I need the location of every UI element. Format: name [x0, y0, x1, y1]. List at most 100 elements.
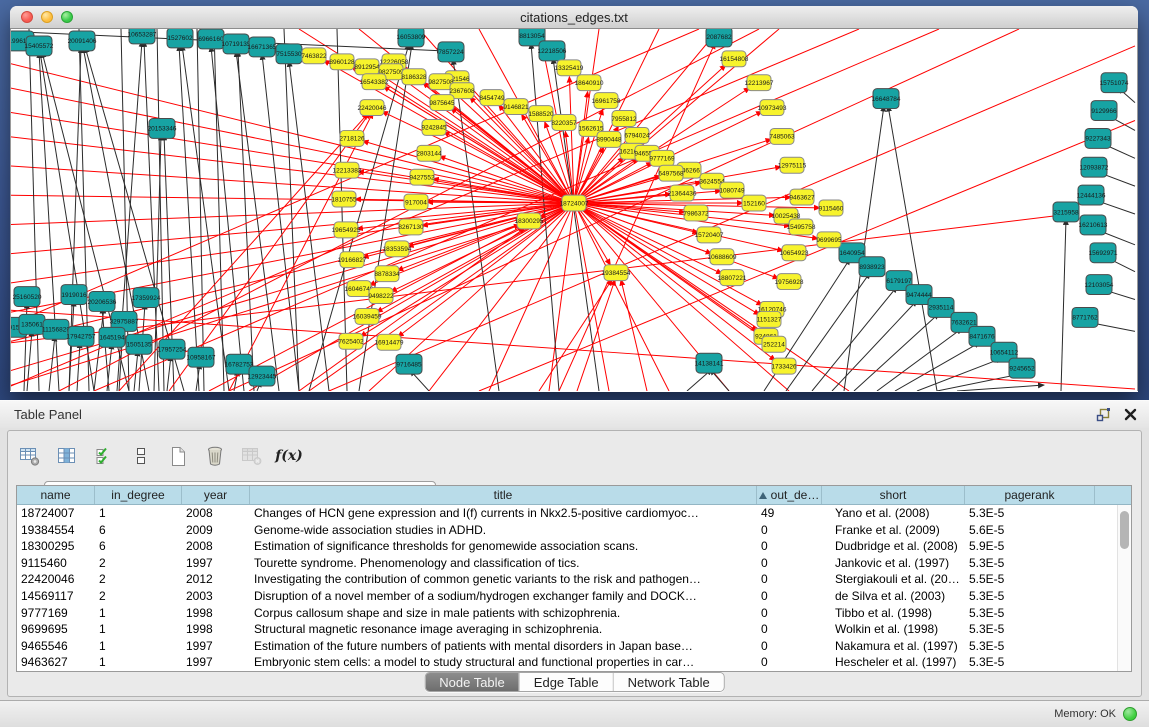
graph-node[interactable]: 6966160 [198, 29, 224, 49]
graph-node[interactable]: 19166827 [338, 252, 367, 268]
graph-node[interactable]: 6497568 [658, 165, 684, 181]
table-row[interactable]: 969969511998Structural magnetic resonanc… [17, 621, 1131, 638]
graph-node[interactable]: 8220357 [551, 115, 577, 131]
graph-node[interactable]: 7986372 [683, 205, 709, 221]
graph-node[interactable]: 9146821 [503, 99, 529, 115]
graph-node[interactable]: 12213383 [333, 162, 362, 178]
graph-node[interactable]: 17957254 [158, 339, 187, 359]
graph-node[interactable]: 8990448 [596, 131, 622, 147]
graph-node[interactable]: 2718126 [339, 130, 365, 146]
graph-node[interactable]: 12103054 [1085, 275, 1114, 295]
column-header-out_de[interactable]: out_de… [757, 486, 822, 504]
table-row[interactable]: 911546021997Tourette syndrome. Phenomeno… [17, 555, 1131, 572]
table-row[interactable]: 1938455462009Genome-wide association stu… [17, 522, 1131, 539]
graph-node[interactable]: 10688609 [708, 249, 737, 265]
tab-network-table[interactable]: Network Table [613, 673, 724, 691]
table-scrollbar[interactable] [1117, 505, 1131, 671]
graph-node[interactable]: 7625402 [338, 333, 364, 349]
window-titlebar[interactable]: citations_edges.txt [10, 6, 1138, 29]
graph-node[interactable]: 7955812 [611, 111, 637, 127]
graph-node[interactable]: 17942757 [67, 326, 96, 346]
graph-node[interactable]: 20153346 [148, 119, 177, 139]
graph-node[interactable]: 1810755 [331, 191, 357, 207]
graph-node[interactable]: 12444136 [1077, 185, 1106, 205]
graph-node[interactable]: 3215958 [1053, 202, 1079, 222]
graph-node[interactable]: 8186328 [401, 69, 427, 85]
graph-node[interactable]: 8454749 [479, 90, 505, 106]
graph-node[interactable]: 2935114 [928, 298, 954, 318]
graph-node[interactable]: 16039459 [353, 308, 382, 324]
delete-columns-button[interactable] [203, 445, 227, 467]
graph-node[interactable]: 8912954 [354, 59, 380, 75]
graph-node[interactable]: 9242845 [421, 120, 447, 136]
table-row[interactable]: 1872400712008Changes of HCN gene express… [17, 505, 1131, 522]
graph-node[interactable]: 9777169 [649, 150, 675, 166]
graph-node[interactable]: 6794024 [624, 127, 650, 143]
graph-node[interactable]: 18300295 [515, 213, 544, 229]
graph-node[interactable]: 7463822 [301, 48, 327, 64]
graph-node[interactable]: 1505135 [126, 334, 152, 354]
graph-node[interactable]: 9245652 [1009, 358, 1035, 378]
graph-node[interactable]: 15495758 [787, 219, 816, 235]
graph-node[interactable]: 16671365 [248, 37, 277, 57]
show-columns-button[interactable] [55, 445, 79, 467]
graph-node[interactable]: 16053809 [397, 29, 426, 47]
graph-node[interactable]: 18640910 [575, 75, 604, 91]
graph-node[interactable]: 1645194 [99, 327, 125, 347]
graph-node[interactable]: 152160 [742, 195, 766, 211]
graph-node[interactable]: 25160520 [13, 287, 42, 307]
graph-node[interactable]: 16914479 [375, 334, 404, 350]
table-row[interactable]: 977716911998Corpus callosum shape and si… [17, 605, 1131, 622]
tab-edge-table[interactable]: Edge Table [519, 673, 613, 691]
column-header-name[interactable]: name [17, 486, 95, 504]
table-row[interactable]: 1830029562008Estimation of significance … [17, 538, 1131, 555]
graph-node[interactable]: 9699695 [816, 232, 842, 248]
graph-node[interactable]: 12218506 [538, 41, 567, 61]
float-panel-button[interactable] [1095, 407, 1111, 423]
graph-node[interactable]: 16543382 [360, 74, 389, 90]
function-builder-button[interactable]: f(x) [277, 445, 301, 467]
graph-node[interactable]: 7857224 [438, 42, 464, 62]
graph-node[interactable]: 8267130 [398, 219, 424, 235]
graph-node[interactable]: 15720407 [695, 227, 724, 243]
graph-node[interactable]: 21364436 [668, 185, 697, 201]
graph-node[interactable]: 917004 [404, 194, 428, 210]
graph-node[interactable]: 10653287 [128, 29, 157, 44]
graph-node[interactable]: 10973493 [758, 100, 787, 116]
graph-node[interactable]: 12213967 [745, 75, 774, 91]
graph-node[interactable]: 15405572 [25, 36, 54, 56]
graph-node[interactable]: 2803144 [416, 145, 442, 161]
table-row[interactable]: 946554611997Estimation of the future num… [17, 638, 1131, 655]
graph-node[interactable]: 12923445 [248, 366, 277, 386]
table-options-button[interactable] [18, 445, 42, 467]
column-header-short[interactable]: short [822, 486, 965, 504]
graph-node[interactable]: 9716485 [396, 354, 422, 374]
graph-node[interactable]: 9875645 [429, 95, 455, 111]
graph-node[interactable]: 16154808 [720, 51, 749, 67]
graph-node[interactable]: 8471676 [969, 326, 995, 346]
graph-node[interactable]: 10958167 [187, 347, 216, 367]
graph-node[interactable]: 19756928 [775, 274, 804, 290]
table-scrollbar-thumb[interactable] [1120, 511, 1129, 549]
graph-node[interactable]: 8960128 [329, 54, 355, 70]
table-row[interactable]: 946362711997Embryonic stem cells: a mode… [17, 654, 1131, 671]
graph-node[interactable]: 9498222 [368, 288, 394, 304]
graph-node[interactable]: 1151327 [757, 311, 782, 327]
graph-node[interactable]: 16210613 [1079, 215, 1108, 235]
graph-node[interactable]: 7485063 [769, 128, 795, 144]
graph-node[interactable]: 18353594 [383, 241, 412, 257]
column-header-year[interactable]: year [182, 486, 250, 504]
tab-node-table[interactable]: Node Table [425, 673, 519, 691]
selection-mode-button[interactable] [92, 445, 116, 467]
graph-node[interactable]: 9427552 [409, 169, 435, 185]
graph-node[interactable]: 17359924 [132, 288, 161, 308]
graph-node[interactable]: 8938923 [859, 257, 885, 277]
graph-node[interactable]: 1588520 [528, 106, 554, 122]
graph-node[interactable]: 9463627 [789, 189, 815, 205]
close-panel-button[interactable] [1124, 408, 1137, 421]
graph-node[interactable]: 19384554 [602, 265, 631, 281]
graph-node[interactable]: 10654923 [780, 245, 809, 261]
graph-node[interactable]: 8878334 [374, 266, 400, 282]
table-row[interactable]: 2242004622012Investigating the contribut… [17, 571, 1131, 588]
graph-node[interactable]: 18724007 [560, 195, 589, 211]
